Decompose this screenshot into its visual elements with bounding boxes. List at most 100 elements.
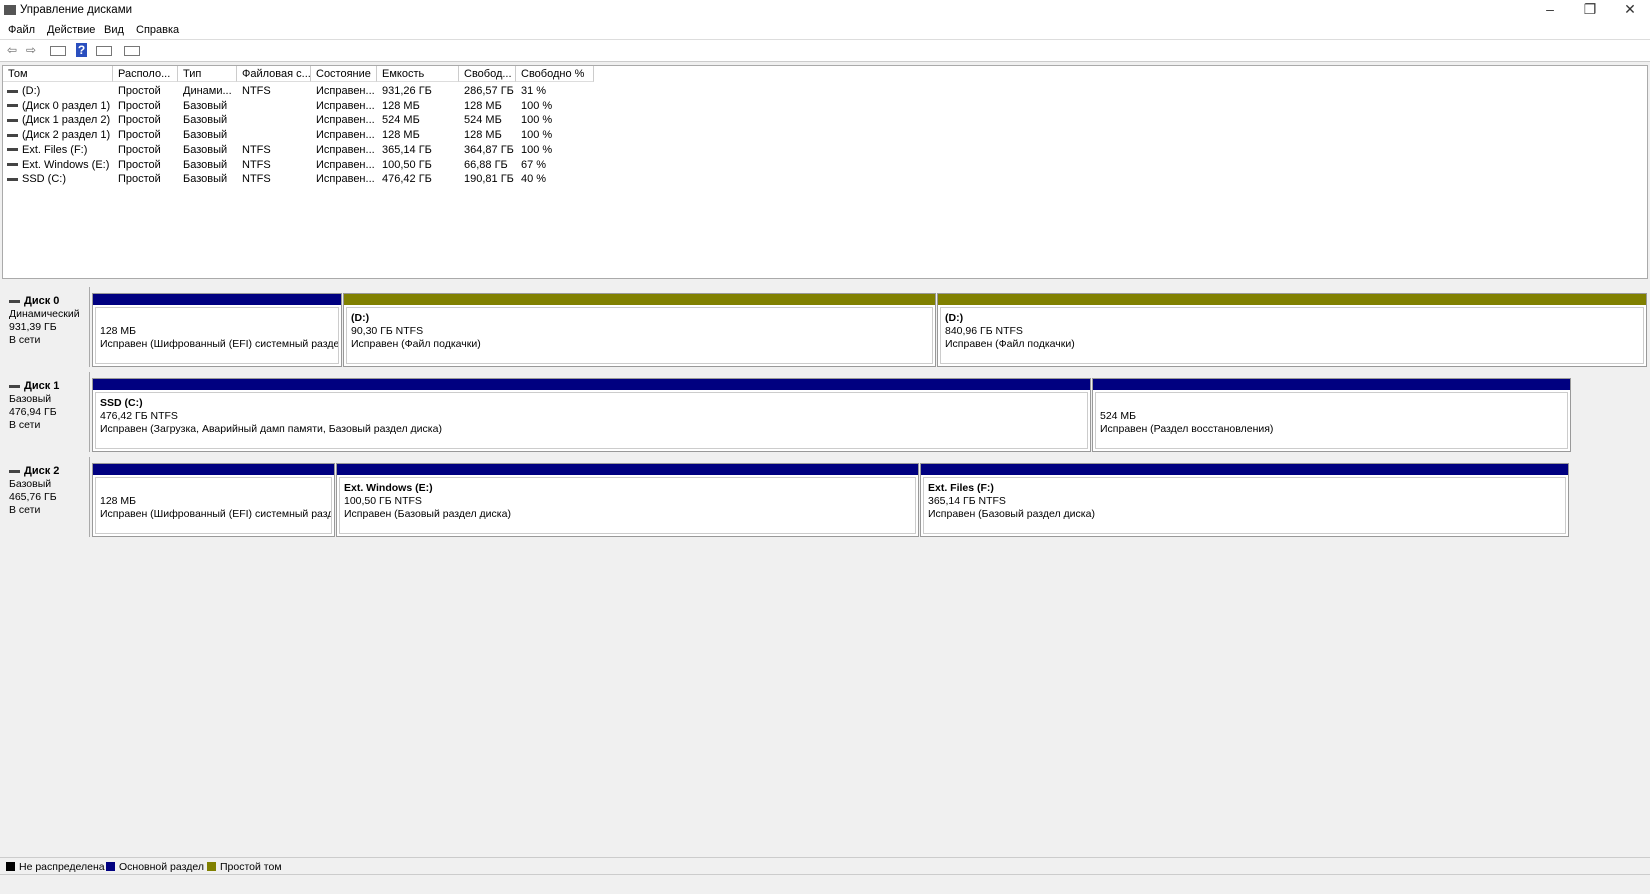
table-cell: Простой xyxy=(118,172,178,187)
toolbar: ⇦ ⇨ ? xyxy=(0,40,1650,62)
table-cell: Исправен... xyxy=(316,158,377,173)
cell-text: 31 % xyxy=(521,85,547,97)
cell-text: NTFS xyxy=(242,158,271,171)
partition-status: Исправен (Файл подкачки) xyxy=(351,338,481,350)
cell-text: Ext. Windows (E:) xyxy=(22,158,110,171)
partition[interactable]: Ext. Windows (E:) 100,50 ГБ NTFS Исправен… xyxy=(336,463,919,537)
table-cell: 364,87 ГБ xyxy=(464,143,516,158)
menu-view[interactable]: Вид xyxy=(104,24,124,36)
table-cell: (Диск 0 раздел 1) xyxy=(7,99,112,114)
partition-size: 128 МБ xyxy=(100,325,137,337)
partition[interactable]: SSD (C:) 476,42 ГБ NTFS Исправен (Загрузк… xyxy=(92,378,1091,452)
partition[interactable]: (D:) 840,96 ГБ NTFS Исправен (Файл подкач… xyxy=(937,293,1647,367)
partition-status: Исправен (Раздел восстановления) xyxy=(1100,423,1274,435)
cell-text: Простой xyxy=(118,158,161,171)
cell-text: 100,50 ГБ xyxy=(382,158,432,171)
cell-text: Исправен... xyxy=(316,173,375,186)
table-row[interactable]: (D:) Простой Динами... NTFS Исправен... 931,2… xyxy=(3,84,603,99)
restore-button[interactable]: ❐ xyxy=(1570,0,1610,20)
table-cell: 128 МБ xyxy=(464,128,516,143)
partition[interactable]: 128 МБ Исправен (Шифрованный (EFI) систем… xyxy=(92,293,342,367)
column-header[interactable]: Располо... xyxy=(113,66,178,82)
table-cell: NTFS xyxy=(242,172,311,187)
properties-icon[interactable] xyxy=(124,46,140,56)
partition[interactable]: 524 МБ Исправен (Раздел восстановления) xyxy=(1092,378,1571,452)
disk-type: Базовый xyxy=(9,393,52,405)
partition-body: 524 МБ Исправен (Раздел восстановления) xyxy=(1095,392,1568,449)
action-pane-icon[interactable] xyxy=(96,46,112,56)
cell-text: Базовый xyxy=(183,114,228,127)
close-button[interactable]: ✕ xyxy=(1610,0,1650,20)
cell-text: Простой xyxy=(118,114,161,127)
partition-size: 365,14 ГБ NTFS xyxy=(928,495,1006,507)
disk-label[interactable]: Диск 2 Базовый 465,76 ГБ В сети xyxy=(2,457,90,537)
table-row[interactable]: Ext. Files (F:) Простой Базовый NTFS Исправе… xyxy=(3,143,603,158)
partition-status: Исправен (Базовый раздел диска) xyxy=(344,508,511,520)
partition-body: 128 МБ Исправен (Шифрованный (EFI) систем… xyxy=(95,477,332,534)
column-header[interactable]: Состояние xyxy=(311,66,377,82)
cell-text: SSD (C:) xyxy=(22,173,66,186)
partition-name: (D:) xyxy=(351,312,370,324)
partition[interactable]: (D:) 90,30 ГБ NTFS Исправен (Файл подкачк… xyxy=(343,293,936,367)
column-header[interactable]: Тип xyxy=(178,66,237,82)
menu-file[interactable]: Файл xyxy=(8,24,35,36)
status-bar xyxy=(0,874,1650,894)
disk-label[interactable]: Диск 1 Базовый 476,94 ГБ В сети xyxy=(2,372,90,452)
cell-text: Ext. Files (F:) xyxy=(22,143,88,156)
cell-text: 524 МБ xyxy=(464,114,502,127)
cell-text: 66,88 ГБ xyxy=(464,158,508,171)
column-header[interactable]: Емкость xyxy=(377,66,459,82)
disk-size: 465,76 ГБ xyxy=(9,491,57,503)
table-row[interactable]: (Диск 0 раздел 1) Простой Базовый Исправен.… xyxy=(3,99,603,114)
table-row[interactable]: SSD (C:) Простой Базовый NTFS Исправен... 476… xyxy=(3,172,603,187)
volume-list[interactable]: Том Располо... Тип Файловая с... Состояние Ем… xyxy=(2,65,1648,279)
legend-unallocated: Не распределена xyxy=(6,861,105,873)
table-cell: Исправен... xyxy=(316,84,377,99)
cell-text: 286,57 ГБ xyxy=(464,85,514,97)
cell-text: Простой xyxy=(118,85,161,97)
cell-text: 67 % xyxy=(521,158,547,171)
disk-status: В сети xyxy=(9,334,41,346)
disk-type: Базовый xyxy=(9,478,52,490)
table-cell: 128 МБ xyxy=(382,128,459,143)
column-header[interactable]: Свободно % xyxy=(516,66,594,82)
help-icon[interactable]: ? xyxy=(76,43,87,57)
table-cell: 100 % xyxy=(521,128,594,143)
column-header[interactable]: Свобод... xyxy=(459,66,516,82)
table-cell: NTFS xyxy=(242,84,311,99)
partition-name: (D:) xyxy=(945,312,964,324)
legend-swatch xyxy=(207,862,216,871)
disk-label[interactable]: Диск 0 Динамический 931,39 ГБ В сети xyxy=(2,287,90,367)
partition[interactable]: 128 МБ Исправен (Шифрованный (EFI) систем… xyxy=(92,463,335,537)
partition[interactable]: Ext. Files (F:) 365,14 ГБ NTFS Исправен (… xyxy=(920,463,1569,537)
table-row[interactable]: Ext. Windows (E:) Простой Базовый NTFS Испра… xyxy=(3,158,603,173)
console-tree-icon[interactable] xyxy=(50,46,66,56)
partition-status: Исправен (Шифрованный (EFI) системный ра… xyxy=(100,338,339,350)
disk-name: Диск 0 xyxy=(24,295,60,307)
cell-text: Исправен... xyxy=(316,85,375,97)
table-row[interactable]: (Диск 1 раздел 2) Простой Базовый Исправен.… xyxy=(3,113,603,128)
forward-icon[interactable]: ⇨ xyxy=(23,43,39,57)
legend-swatch xyxy=(106,862,115,871)
column-header[interactable]: Файловая с... xyxy=(237,66,311,82)
cell-text: (Диск 0 раздел 1) xyxy=(22,99,111,112)
table-cell: (D:) xyxy=(7,84,112,99)
table-cell: 128 МБ xyxy=(382,99,459,114)
cell-text: Исправен... xyxy=(316,99,375,112)
cell-text: 365,14 ГБ xyxy=(382,143,432,156)
back-icon[interactable]: ⇦ xyxy=(4,43,20,57)
table-cell: Простой xyxy=(118,99,178,114)
table-cell: 67 % xyxy=(521,158,594,173)
table-row[interactable]: (Диск 2 раздел 1) Простой Базовый Исправен.… xyxy=(3,128,603,143)
table-cell: 100 % xyxy=(521,143,594,158)
menu-action[interactable]: Действие xyxy=(47,24,95,36)
minimize-button[interactable]: – xyxy=(1530,0,1570,20)
disk-size: 931,39 ГБ xyxy=(9,321,57,333)
menu-help[interactable]: Справка xyxy=(136,24,179,36)
cell-text: 128 МБ xyxy=(464,129,502,142)
partition-size: 476,42 ГБ NTFS xyxy=(100,410,178,422)
column-header[interactable]: Том xyxy=(3,66,113,82)
partition-size: 90,30 ГБ NTFS xyxy=(351,325,424,337)
table-cell: NTFS xyxy=(242,143,311,158)
table-cell: Исправен... xyxy=(316,99,377,114)
